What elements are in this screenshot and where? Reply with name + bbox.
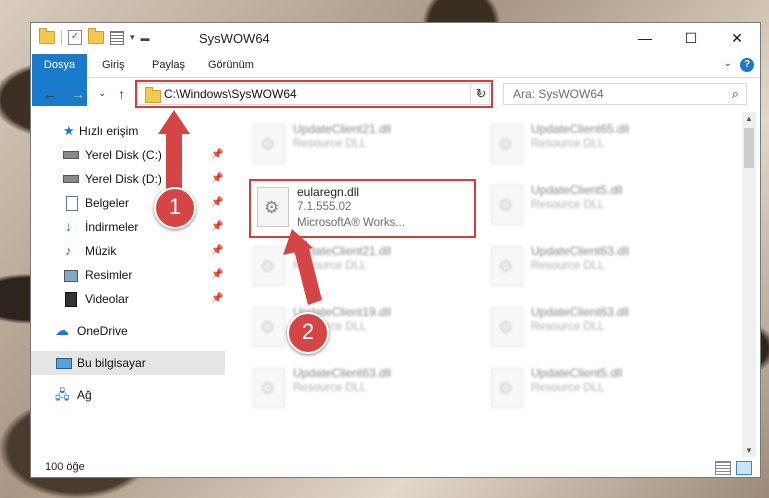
step-badge-1: 1 [154, 187, 196, 229]
annotation-arrows [158, 110, 322, 305]
step-badge-2: 2 [287, 312, 329, 354]
arrow-1-head [158, 110, 190, 134]
arrow-1-shaft [166, 130, 182, 192]
